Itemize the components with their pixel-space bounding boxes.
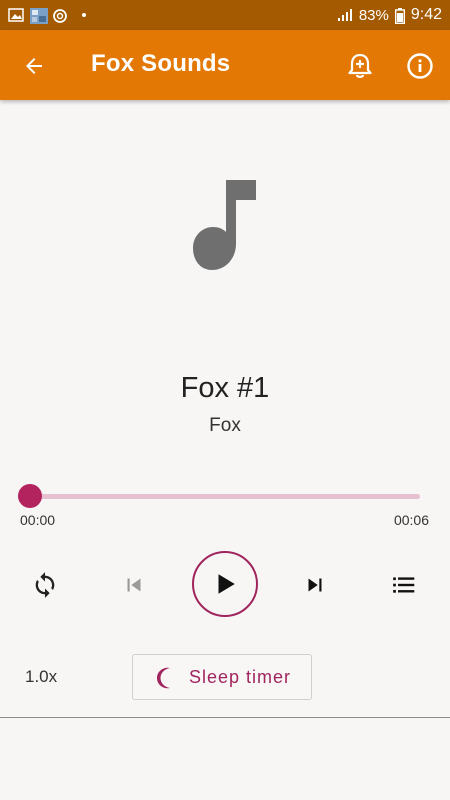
track-title: Fox #1: [180, 372, 270, 404]
sleep-timer-label: Sleep timer: [189, 667, 292, 687]
status-bar: 83% 9:42: [0, 0, 450, 30]
info-icon: [407, 53, 433, 79]
track-artist: Fox: [209, 415, 241, 436]
total-time: 00:06: [393, 512, 429, 528]
thumbnail-icon: [30, 8, 48, 24]
sleep-timer-button[interactable]: Sleep timer: [132, 654, 312, 700]
app-bar: Fox Sounds: [0, 30, 450, 100]
queue-list-icon: [393, 577, 415, 593]
arrow-back-icon: [26, 58, 42, 74]
music-note-icon: [193, 180, 256, 270]
play-icon: [218, 574, 235, 594]
elapsed-time: 00:00: [20, 512, 56, 528]
seek-thumb[interactable]: [18, 484, 42, 508]
previous-button[interactable]: [117, 568, 151, 602]
image-icon: [8, 8, 24, 22]
playback-speed[interactable]: 1.0x: [25, 667, 57, 687]
skip-previous-icon: [127, 578, 141, 592]
sync-icon: [52, 8, 68, 23]
repeat-button[interactable]: [28, 568, 62, 602]
status-left: [8, 8, 86, 24]
skip-next-icon: [308, 578, 322, 592]
battery-icon: [394, 8, 405, 25]
repeat-icon: [35, 572, 55, 598]
divider: [0, 717, 450, 718]
status-time: 9:42: [410, 6, 442, 23]
album-artwork: [190, 176, 260, 276]
add-alarm-button[interactable]: [342, 48, 378, 84]
info-button[interactable]: [402, 48, 438, 84]
page-title: Fox Sounds: [91, 50, 231, 77]
next-button[interactable]: [298, 568, 332, 602]
back-button[interactable]: [18, 50, 50, 82]
play-button[interactable]: [192, 551, 258, 617]
signal-icon: [337, 8, 353, 22]
add-alarm-icon: [348, 53, 372, 78]
seek-track: [30, 494, 420, 499]
dot-icon: [82, 13, 86, 17]
status-right: 83% 9:42: [337, 6, 442, 25]
moon-icon: [155, 666, 177, 690]
seek-bar[interactable]: [18, 484, 420, 508]
battery-percent: 83%: [358, 6, 389, 24]
queue-button[interactable]: [387, 568, 421, 602]
